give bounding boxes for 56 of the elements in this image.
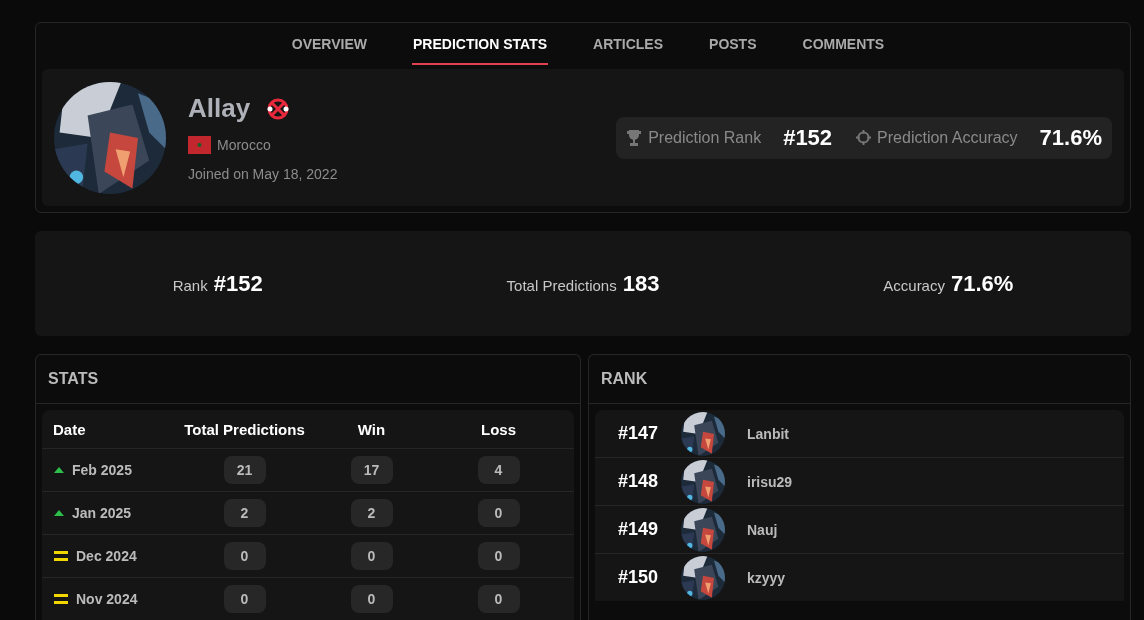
flag-icon: [188, 136, 211, 154]
panel-title: STATS: [36, 355, 580, 404]
crosshair-icon: [856, 130, 872, 145]
user-name[interactable]: Lanbit: [747, 425, 789, 442]
tab[interactable]: POSTS: [708, 24, 758, 65]
summary-value: 71.6%: [950, 270, 1014, 297]
count-badge: 2: [350, 499, 393, 527]
column-header: Loss: [436, 410, 562, 449]
count-badge: 0: [477, 585, 520, 613]
user-name: Allay: [188, 93, 251, 124]
user-name[interactable]: kzyyy: [747, 569, 786, 586]
count-badge: 2: [223, 499, 266, 527]
count-badge: 4: [477, 456, 520, 484]
tab[interactable]: ARTICLES: [592, 24, 665, 65]
summary-label: Rank: [172, 276, 208, 294]
summary-value: #152: [213, 270, 263, 297]
trophy-icon: [626, 129, 643, 146]
rank-number: #149: [616, 519, 659, 540]
month-label: Jan 2025: [72, 505, 132, 521]
count-badge: 21: [223, 456, 266, 484]
equal-icon: [54, 594, 68, 604]
user-name[interactable]: Nauj: [747, 521, 778, 538]
join-date: Joined on May 18, 2022: [188, 166, 339, 182]
summary-value: 183: [622, 270, 660, 297]
rank-number: #147: [616, 423, 659, 444]
up-arrow-icon: [54, 510, 64, 516]
count-badge: 0: [223, 542, 266, 570]
month-label: Dec 2024: [76, 548, 137, 564]
country-name: Morocco: [217, 137, 271, 153]
count-badge: 0: [223, 585, 266, 613]
count-badge: 0: [477, 542, 520, 570]
team-logo-icon: [266, 96, 291, 121]
summary-label: Accuracy: [883, 276, 945, 294]
month-label: Nov 2024: [76, 591, 138, 607]
column-header: Total Predictions: [182, 410, 308, 449]
tab[interactable]: COMMENTS: [801, 24, 886, 65]
month-label: Feb 2025: [72, 462, 132, 478]
summary-label: Total Predictions: [506, 276, 617, 294]
count-badge: 0: [350, 585, 393, 613]
equal-icon: [54, 551, 68, 561]
panel-title: RANK: [589, 355, 1130, 404]
accuracy-label: Prediction Accuracy: [877, 128, 1018, 147]
column-header: Date: [42, 410, 182, 449]
user-name[interactable]: irisu29: [747, 473, 793, 490]
rank-label: Prediction Rank: [648, 128, 762, 147]
up-arrow-icon: [54, 467, 64, 473]
rank-number: #150: [616, 567, 659, 588]
count-badge: 17: [350, 456, 393, 484]
tab[interactable]: OVERVIEW: [290, 24, 368, 65]
rank-value: #152: [783, 124, 833, 151]
rank-number: #148: [616, 471, 659, 492]
count-badge: 0: [477, 499, 520, 527]
column-header: Win: [308, 410, 436, 449]
count-badge: 0: [350, 542, 393, 570]
accuracy-value: 71.6%: [1039, 124, 1102, 151]
tab[interactable]: PREDICTION STATS: [412, 24, 549, 65]
